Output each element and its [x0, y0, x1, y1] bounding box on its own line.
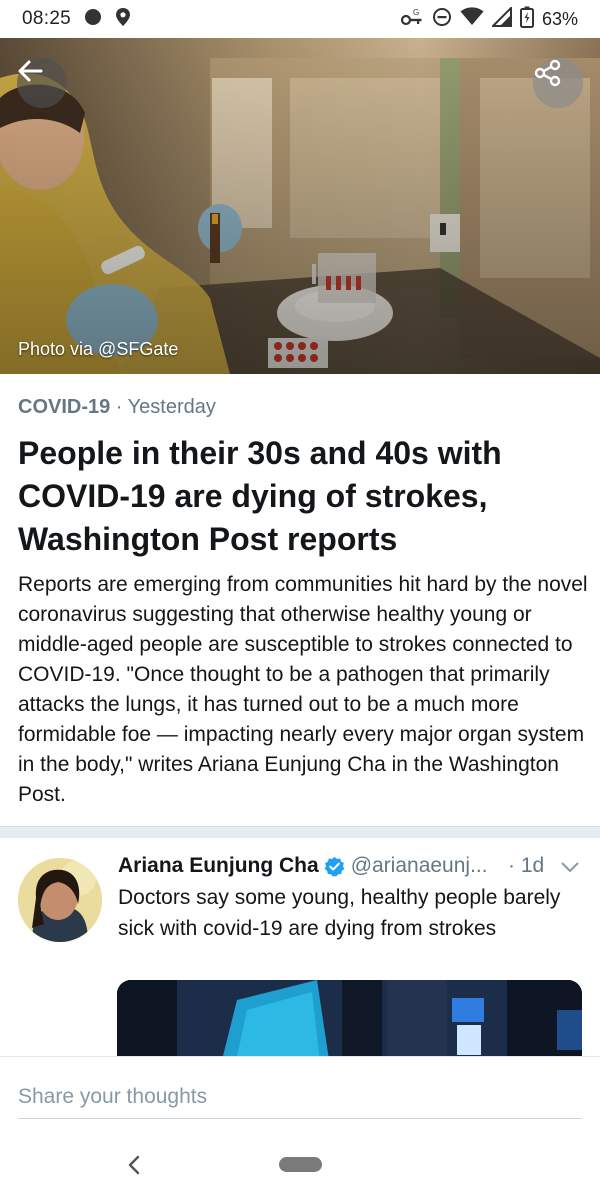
hero-image: Photo via @SFGate: [0, 38, 600, 374]
article-headline: People in their 30s and 40s with COVID-1…: [18, 435, 502, 557]
vpn-key-icon: G: [400, 7, 424, 32]
times-square-photo: [117, 980, 582, 1056]
chat-bubble-icon: [83, 7, 103, 32]
chevron-left-icon: [127, 1154, 141, 1181]
wifi-icon: [460, 6, 484, 32]
tweet-author-name[interactable]: Ariana Eunjung Cha: [118, 854, 319, 878]
verified-badge-icon: [324, 856, 345, 877]
tweet-time: · 1d: [508, 854, 545, 877]
do-not-disturb-icon: [432, 7, 452, 32]
share-thoughts-input[interactable]: [18, 1075, 582, 1119]
system-nav-bar: [0, 1136, 600, 1200]
nav-back-button[interactable]: [122, 1152, 146, 1182]
article-summary: Reports are emerging from communities hi…: [18, 573, 588, 806]
article-meta: COVID-19 · Yesterday: [18, 396, 216, 419]
article-category: COVID-19: [18, 396, 111, 418]
share-button[interactable]: [533, 58, 583, 108]
svg-text:G: G: [413, 8, 419, 17]
section-divider: [0, 826, 600, 838]
avatar[interactable]: [18, 858, 102, 942]
back-button[interactable]: [17, 58, 67, 108]
signal-icon: [490, 5, 512, 32]
tweet-author-handle[interactable]: @arianaeunj...: [351, 854, 488, 878]
lab-photo: [0, 38, 600, 374]
nav-home-pill[interactable]: [279, 1157, 322, 1172]
article-date: Yesterday: [127, 396, 216, 418]
status-time: 08:25: [22, 8, 72, 29]
chevron-down-icon[interactable]: [560, 860, 580, 878]
tweet-header: Ariana Eunjung Cha @arianaeunj...: [118, 854, 488, 878]
tweet-text: Doctors say some young, healthy people b…: [118, 886, 561, 940]
embedded-tweet[interactable]: Ariana Eunjung Cha @arianaeunj... · 1d D…: [0, 838, 600, 1056]
location-icon: [115, 7, 131, 32]
status-bar: 08:25 G 63%: [0, 0, 600, 38]
tweet-media[interactable]: [117, 980, 582, 1056]
photo-credit: Photo via @SFGate: [18, 339, 179, 359]
battery-icon: [519, 6, 534, 33]
compose-bar: [0, 1056, 600, 1136]
meta-separator: ·: [110, 396, 128, 418]
battery-percent: 63%: [541, 8, 578, 29]
